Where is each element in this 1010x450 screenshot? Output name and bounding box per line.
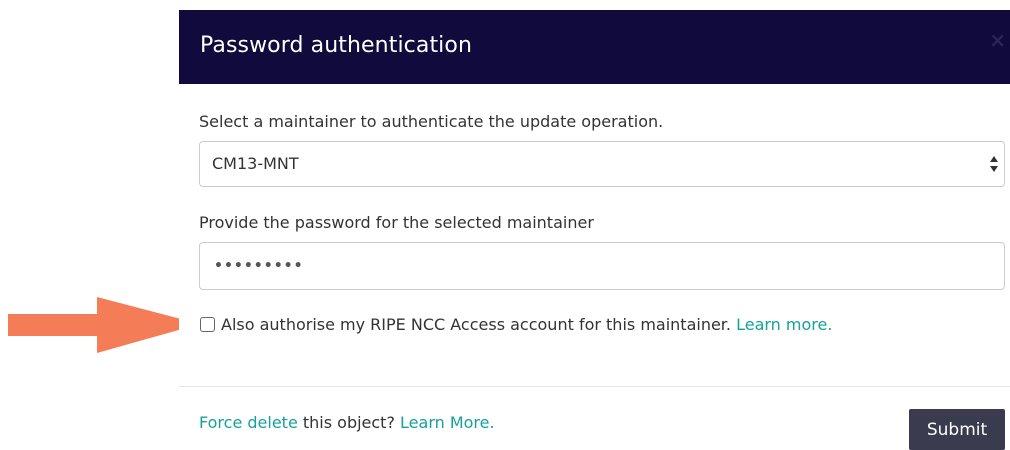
- authorise-access-text: Also authorise my RIPE NCC Access accoun…: [221, 315, 731, 334]
- submit-button[interactable]: Submit: [909, 409, 1005, 450]
- dialog-header: Password authentication ×: [179, 10, 1010, 84]
- password-field-value: •••••••••: [214, 258, 304, 274]
- password-authentication-dialog: Password authentication × Select a maint…: [179, 10, 1010, 450]
- maintainer-select[interactable]: CM13-MNT: [199, 141, 1005, 187]
- footer-divider: [179, 386, 1010, 387]
- annotation-arrow-icon: [8, 297, 200, 353]
- force-delete-question: this object?: [297, 413, 401, 432]
- authorise-learn-more-link[interactable]: Learn more.: [736, 315, 832, 334]
- close-icon[interactable]: ×: [989, 30, 1006, 50]
- force-delete-learn-more-link[interactable]: Learn More.: [400, 413, 495, 432]
- authorise-access-checkbox[interactable]: [200, 317, 215, 332]
- maintainer-select-value: CM13-MNT: [212, 154, 299, 173]
- maintainer-select-label: Select a maintainer to authenticate the …: [199, 112, 664, 131]
- dialog-title: Password authentication: [200, 33, 472, 58]
- up-down-caret-icon: [990, 156, 998, 172]
- force-delete-prompt: Force delete this object? Learn More.: [199, 412, 495, 434]
- authorise-access-label: Also authorise my RIPE NCC Access accoun…: [221, 314, 832, 336]
- password-field[interactable]: •••••••••: [199, 242, 1005, 290]
- force-delete-link[interactable]: Force delete: [199, 413, 298, 432]
- page: Password authentication × Select a maint…: [0, 0, 1010, 450]
- password-field-label: Provide the password for the selected ma…: [199, 213, 594, 232]
